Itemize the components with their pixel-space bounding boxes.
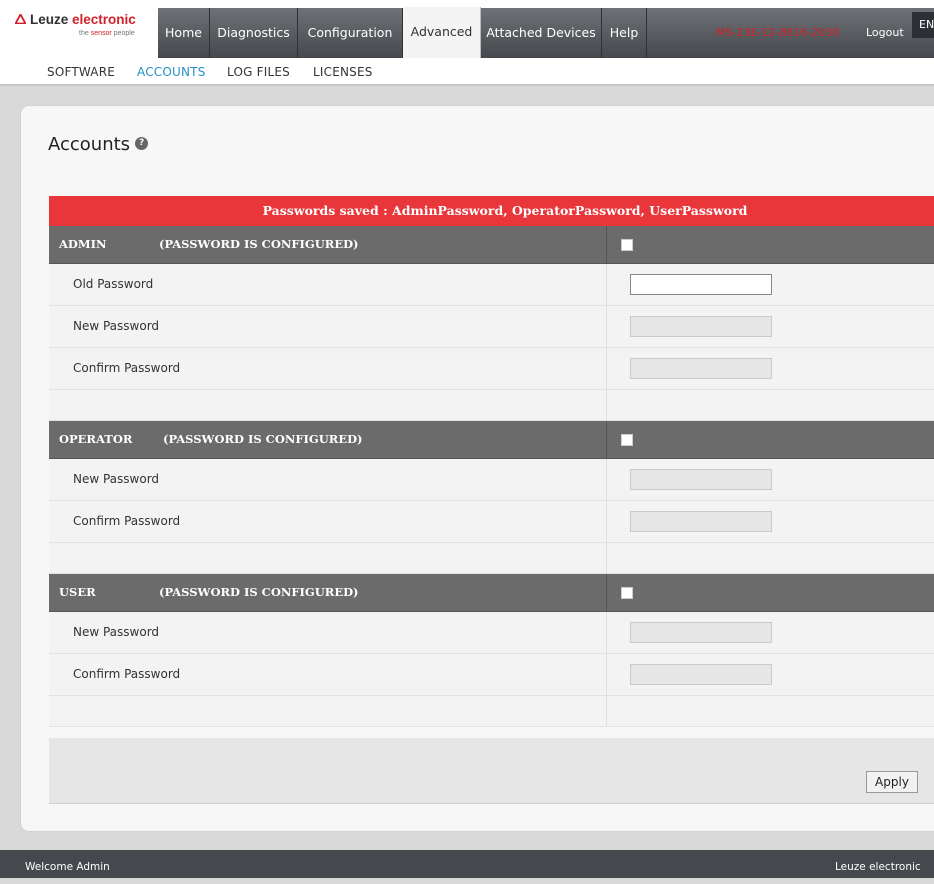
welcome-text: Welcome Admin [25, 861, 110, 873]
section-name: ADMIN [59, 237, 107, 251]
logo-brand-dark: Leuze [30, 12, 69, 27]
success-banner: Passwords saved : AdminPassword, Operato… [49, 196, 934, 226]
section-status: (PASSWORD IS CONFIGURED) [163, 432, 363, 446]
subtab-licenses[interactable]: LICENSES [313, 65, 373, 79]
tab-configuration[interactable]: Configuration [298, 8, 403, 58]
company-name: Leuze electronic [835, 861, 921, 873]
section-spacer [49, 390, 934, 421]
page-title-text: Accounts [48, 134, 131, 155]
section-name: USER [59, 585, 96, 599]
section-status: (PASSWORD IS CONFIGURED) [159, 237, 359, 251]
accounts-card: Accounts? Passwords saved : AdminPasswor… [20, 105, 934, 832]
divider [606, 264, 607, 305]
table-row: New Password [49, 306, 934, 348]
logo-brand-red: electronic [72, 12, 136, 27]
admin-old-password-input[interactable] [630, 274, 772, 295]
divider [606, 696, 607, 726]
tab-diagnostics[interactable]: Diagnostics [210, 8, 298, 58]
section-spacer [49, 696, 934, 727]
triangle-logo-icon [15, 14, 26, 24]
logo-tag-1: the [79, 30, 89, 37]
section-header-operator: OPERATOR (PASSWORD IS CONFIGURED) [49, 421, 934, 459]
logo-tag-2: people [113, 30, 135, 37]
apply-button[interactable]: Apply [866, 771, 918, 793]
table-row: Confirm Password [49, 348, 934, 390]
admin-confirm-password-input[interactable] [630, 358, 772, 379]
table-row: New Password [49, 612, 934, 654]
main-nav: Home Diagnostics Configuration Advanced … [158, 7, 934, 59]
section-status: (PASSWORD IS CONFIGURED) [159, 585, 359, 599]
divider [606, 390, 607, 420]
field-label: Confirm Password [73, 361, 181, 375]
table-row: Confirm Password [49, 654, 934, 696]
field-label: Old Password [73, 277, 154, 291]
field-label: Confirm Password [73, 667, 181, 681]
admin-checkbox[interactable] [621, 239, 633, 251]
user-confirm-password-input[interactable] [630, 664, 772, 685]
page-title: Accounts? [48, 134, 149, 155]
field-label: New Password [73, 472, 160, 486]
help-icon[interactable]: ? [135, 136, 149, 150]
tab-home[interactable]: Home [158, 8, 210, 58]
divider [606, 348, 607, 389]
divider [606, 654, 607, 695]
logo-brand: Leuze electronic [15, 12, 136, 27]
table-row: Old Password [49, 264, 934, 306]
logo-tag-red: sensor [90, 30, 112, 37]
divider [606, 501, 607, 542]
table-row: New Password [49, 459, 934, 501]
field-label: New Password [73, 319, 160, 333]
divider [606, 459, 607, 500]
top-header: Leuze electronic the sensor people Home … [0, 0, 934, 59]
status-bar: Welcome Admin Leuze electronic [0, 850, 934, 878]
sub-nav: SOFTWARE ACCOUNTS LOG FILES LICENSES [0, 58, 934, 86]
accounts-table: ADMIN (PASSWORD IS CONFIGURED) Old Passw… [49, 226, 934, 727]
tab-help[interactable]: Help [602, 8, 647, 58]
table-row: Confirm Password [49, 501, 934, 543]
operator-confirm-password-input[interactable] [630, 511, 772, 532]
field-label: New Password [73, 625, 160, 639]
section-header-user: USER (PASSWORD IS CONFIGURED) [49, 574, 934, 612]
subtab-log-files[interactable]: LOG FILES [227, 65, 290, 79]
admin-new-password-input[interactable] [630, 316, 772, 337]
subtab-accounts[interactable]: ACCOUNTS [137, 65, 206, 79]
device-id: MS-23E-12-8616-2030 [716, 26, 840, 39]
user-checkbox[interactable] [621, 587, 633, 599]
language-selector[interactable]: EN [912, 12, 934, 38]
section-header-admin: ADMIN (PASSWORD IS CONFIGURED) [49, 226, 934, 264]
divider [606, 306, 607, 347]
form-footer: Apply [49, 738, 934, 804]
logo-tagline: the sensor people [79, 30, 135, 37]
tab-advanced[interactable]: Advanced [403, 7, 481, 59]
divider [606, 574, 607, 611]
section-spacer [49, 543, 934, 574]
subtab-software[interactable]: SOFTWARE [47, 65, 115, 79]
user-new-password-input[interactable] [630, 622, 772, 643]
divider [606, 421, 607, 458]
divider [606, 226, 607, 263]
field-label: Confirm Password [73, 514, 181, 528]
divider [606, 543, 607, 573]
operator-new-password-input[interactable] [630, 469, 772, 490]
operator-checkbox[interactable] [621, 434, 633, 446]
section-name: OPERATOR [59, 432, 133, 446]
leuze-logo[interactable]: Leuze electronic the sensor people [15, 12, 155, 48]
divider [606, 612, 607, 653]
logout-link[interactable]: Logout [866, 8, 904, 57]
tab-attached-devices[interactable]: Attached Devices [481, 8, 602, 58]
